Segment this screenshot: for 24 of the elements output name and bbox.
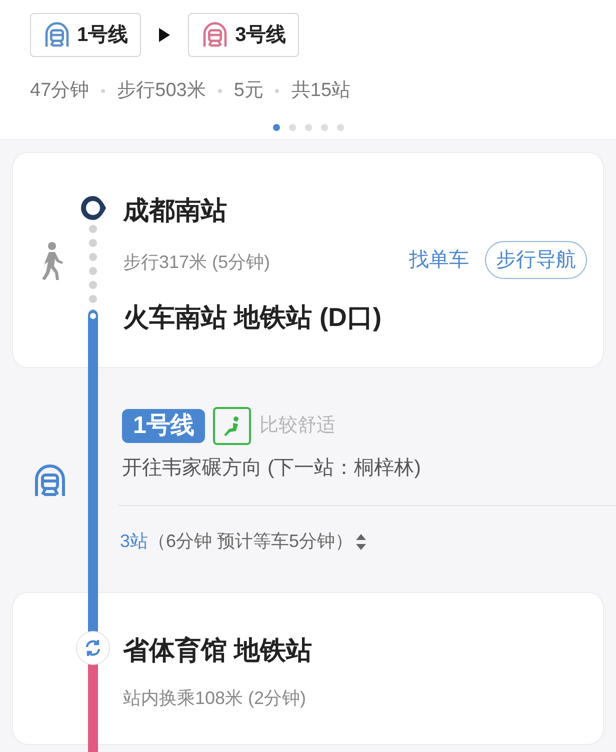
transfer-info: 站内换乘108米 (2分钟) — [123, 687, 306, 710]
stops-toggle[interactable]: 3站（6分钟 预计等车5分钟） — [120, 528, 368, 555]
station-name: 成都南站 — [123, 194, 227, 227]
comfort-label: 比较舒适 — [259, 414, 336, 438]
station-name: 火车南站 地铁站 (D口) — [123, 301, 382, 334]
walk-info: 步行317米 (5分钟) — [123, 251, 270, 274]
walking-person-icon — [39, 241, 65, 281]
line-chip[interactable]: 3号线 — [188, 13, 300, 57]
line-chip[interactable]: 1号线 — [30, 13, 142, 57]
direction-info: 开往韦家碾方向 (下一站：桐梓林) — [122, 456, 421, 481]
subway-icon — [32, 463, 68, 499]
trip-stat: 5元 — [234, 79, 264, 103]
subway-icon — [201, 21, 230, 49]
trip-stat: 47分钟 — [30, 79, 90, 103]
seat-icon — [213, 407, 252, 445]
line-badge: 1号线 — [122, 409, 206, 443]
trip-stat: 共15站 — [291, 79, 351, 103]
walk-navigation-button[interactable]: 步行导航 — [485, 241, 587, 279]
bike-link[interactable]: 找单车 — [409, 241, 469, 279]
subway-icon — [43, 21, 71, 49]
arrow-icon — [159, 28, 170, 42]
sort-caret-icon — [355, 532, 368, 550]
station-name: 省体育馆 地铁站 — [123, 634, 312, 667]
trip-stat: 步行503米 — [117, 79, 206, 103]
